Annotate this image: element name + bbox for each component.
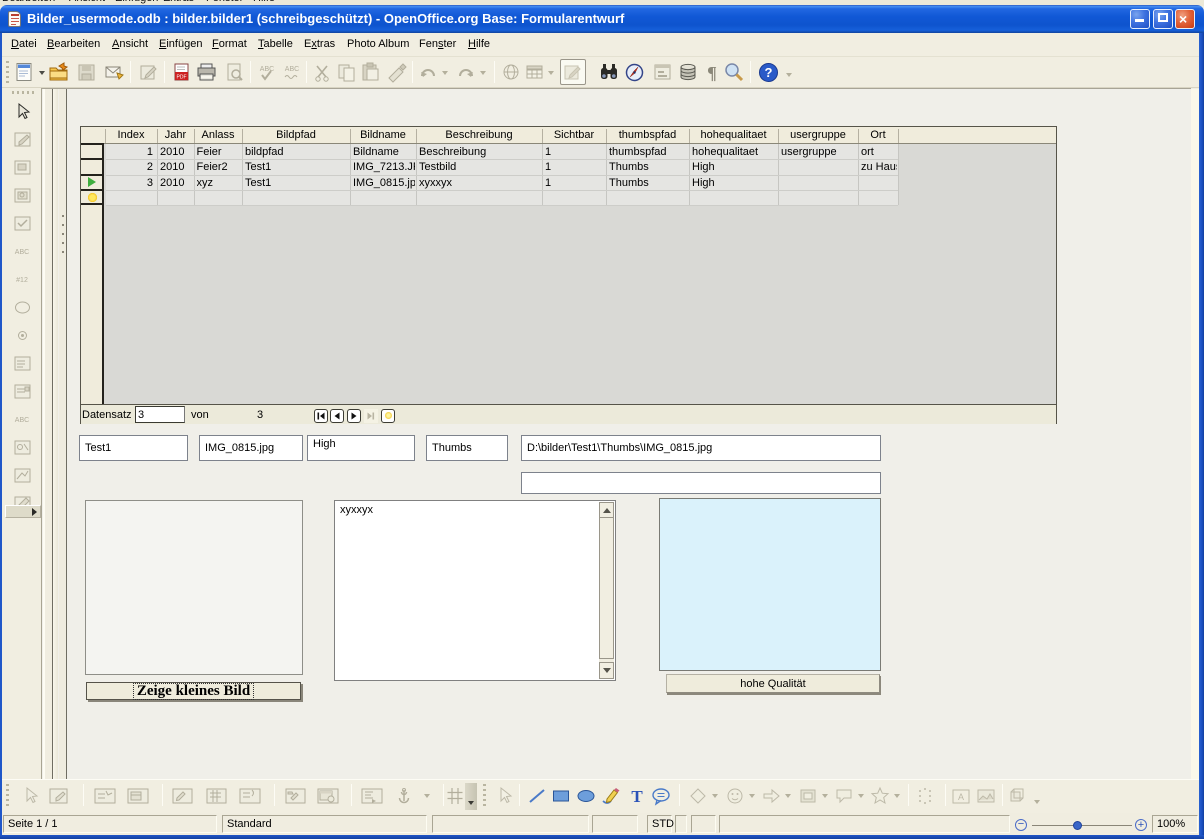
svg-text:ABC: ABC bbox=[285, 66, 299, 73]
svg-text:T: T bbox=[631, 787, 643, 806]
svg-text:ABC: ABC bbox=[15, 417, 29, 424]
svg-text:#12: #12 bbox=[16, 277, 28, 284]
svg-text:?: ? bbox=[765, 65, 773, 80]
svg-text:A: A bbox=[958, 792, 964, 802]
svg-text:ABC: ABC bbox=[15, 249, 29, 256]
svg-text:PDF: PDF bbox=[177, 75, 187, 81]
svg-text:¶: ¶ bbox=[707, 63, 717, 83]
svg-text:ABC: ABC bbox=[260, 66, 274, 73]
